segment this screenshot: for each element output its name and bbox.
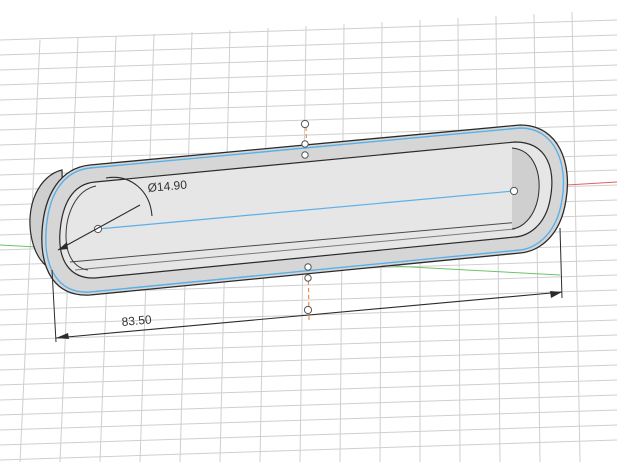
sketch-point-top[interactable] bbox=[300, 119, 310, 129]
length-label[interactable]: 83.50 bbox=[121, 312, 152, 329]
sketch-point-bottom-2[interactable] bbox=[304, 274, 312, 282]
viewport-canvas[interactable]: Ø14.90 83.50 bbox=[0, 0, 617, 463]
sketch-point-bottom[interactable] bbox=[304, 263, 312, 271]
length-arrow-right bbox=[550, 291, 562, 298]
cad-viewport[interactable]: Ø14.90 83.50 bbox=[0, 0, 617, 463]
sketch-point-right-center[interactable] bbox=[509, 186, 519, 196]
length-extension-right bbox=[559, 227, 563, 299]
sketch-point-bottom-3[interactable] bbox=[303, 305, 313, 315]
part-body[interactable] bbox=[29, 124, 569, 296]
sketch-point-top-2[interactable] bbox=[301, 140, 309, 148]
sketch-point-top-3[interactable] bbox=[301, 151, 309, 159]
length-arrow-left bbox=[56, 333, 69, 339]
